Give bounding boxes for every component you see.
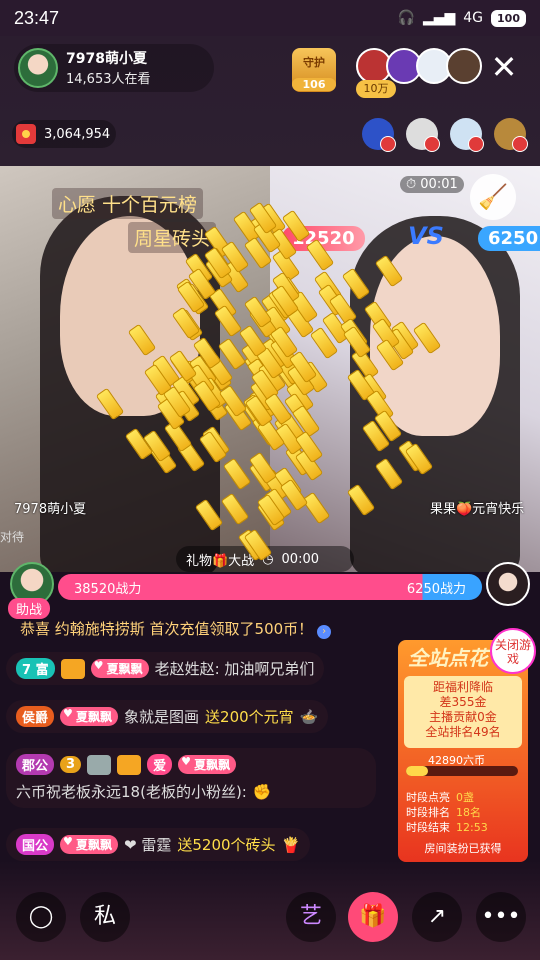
chat-text: 六币祝老板永远18(老板的小粉丝): [16, 783, 247, 801]
fries-gift-icon [213, 305, 243, 338]
signal-icon: ▂▄▆ [422, 10, 456, 26]
chat-user: 象就是图画 [124, 708, 200, 726]
rank-progress-bar [406, 766, 518, 776]
noble-badge: 国公 [16, 834, 55, 855]
fan-avatar[interactable] [494, 118, 528, 152]
coin-amount: 3,064,954 [44, 126, 111, 142]
fan-badge: 夏飘飘 [60, 835, 119, 854]
host-avatar[interactable] [18, 48, 58, 88]
guard-badge[interactable]: 守护 106 [292, 48, 336, 92]
fan-badge: 夏飘飘 [178, 755, 237, 774]
close-icon[interactable]: ✕ [486, 50, 522, 86]
wealth-badge: 7 富 [16, 658, 55, 679]
battle-power-bar: 38520战力 6250战力 [58, 574, 482, 600]
status-time: 23:47 [14, 7, 60, 28]
opponent-avatar[interactable] [486, 562, 530, 606]
more-icon[interactable]: ••• [476, 892, 526, 942]
helper-button[interactable]: 助战 [8, 598, 51, 619]
fries-gift-icon [341, 267, 371, 301]
gift-animation [0, 166, 540, 576]
fries-gift-icon [375, 457, 404, 491]
fan-avatar[interactable] [362, 118, 396, 152]
rank-title: 全站点花 [408, 646, 488, 670]
gift-text: 送5200个砖头 [177, 836, 276, 854]
chat-message[interactable]: 7 富 夏飘飘 老赵姓赵: 加油啊兄弟们 [6, 652, 325, 685]
user-level-icon [87, 754, 112, 775]
fries-gift-icon [194, 498, 223, 532]
guard-count: 106 [292, 78, 336, 91]
battery-icon: 100 [491, 9, 526, 27]
gift-text: 送200个元宵 [205, 708, 294, 726]
fans-total-badge: 10万 [356, 80, 396, 98]
battle-right-power: 6250战力 [406, 582, 466, 597]
fan-avatar[interactable] [450, 118, 484, 152]
viewer-count: 14,653人在看 [66, 71, 151, 87]
fries-gift-icon [127, 323, 157, 356]
online-fans[interactable] [362, 118, 528, 152]
fries-gift-icon [346, 483, 376, 517]
fan-badge: 夏飘飘 [90, 659, 149, 678]
fist-icon: ✊ [252, 782, 272, 801]
chat-user: ❤ 雷霆 [124, 836, 172, 854]
rank-board: 距福利降临 差355金 主播贡献0金 全站排名49名 [404, 676, 522, 748]
info-icon[interactable]: › [317, 625, 332, 639]
red-packet-icon [16, 124, 36, 144]
user-level-icon [117, 754, 142, 775]
noble-badge: 侯爵 [16, 706, 55, 727]
chat-message[interactable]: 国公 夏飘飘 ❤ 雷霆 送5200个砖头 🍟 [6, 828, 311, 861]
share-icon[interactable]: ↗ [412, 892, 462, 942]
fries-gift-icon [301, 491, 331, 525]
art-button[interactable]: 艺 [286, 892, 336, 942]
status-bar: 23:47 🎧 ▂▄▆ 4G 100 [0, 0, 540, 36]
fries-gift-icon [222, 457, 252, 491]
rank-foot: 房间装扮已获得 [424, 842, 502, 855]
fries-gift-icon [305, 238, 335, 272]
chat-message[interactable]: 侯爵 夏飘飘 象就是图画 送200个元宵 🍲 [6, 700, 329, 733]
chat-bubble-icon[interactable]: ◯ [16, 892, 66, 942]
noble-badge: 郡公 [16, 754, 55, 775]
fries-gift-icon [374, 254, 404, 288]
private-message-button[interactable]: 私 [80, 892, 130, 942]
battle-left-power: 38520战力 [74, 582, 142, 597]
chat-message[interactable]: 郡公 3 爱 夏飘飘 六币祝老板永远18(老板的小粉丝): ✊ [6, 748, 376, 808]
guard-label: 守护 [303, 56, 325, 69]
fries-gift-icon [413, 321, 442, 355]
gift-bowl-icon: 🍲 [299, 707, 319, 726]
fan-badge: 夏飘飘 [60, 707, 119, 726]
user-level-icon [60, 658, 85, 679]
top-fans[interactable] [356, 48, 482, 84]
host-info-pill[interactable]: 7978萌小夏 14,653人在看 [14, 44, 214, 92]
rank-stats: 时段点亮 0盏 时段排名 18名 时段结束 12:53 [406, 791, 488, 834]
network-label: 4G [463, 10, 484, 26]
headset-icon: 🎧 [397, 10, 415, 26]
level-star-icon: 3 [60, 756, 82, 773]
fan-avatar[interactable] [446, 48, 482, 84]
gift-icon[interactable]: 🎁 [348, 892, 398, 942]
fries-gift-icon [220, 492, 250, 526]
fries-gift-icon [95, 387, 125, 421]
fries-icon: 🍟 [281, 835, 301, 854]
love-badge: 爱 [147, 754, 173, 775]
chat-text: 老赵姓赵: 加油啊兄弟们 [154, 660, 315, 678]
system-message: 恭喜 约翰施特捞斯 首次充值领取了500币！ › [20, 618, 332, 639]
host-name: 7978萌小夏 [66, 50, 147, 67]
coin-balance[interactable]: 3,064,954 [12, 120, 116, 148]
fan-avatar[interactable] [406, 118, 440, 152]
close-game-button[interactable]: 关闭游戏 [490, 628, 536, 674]
